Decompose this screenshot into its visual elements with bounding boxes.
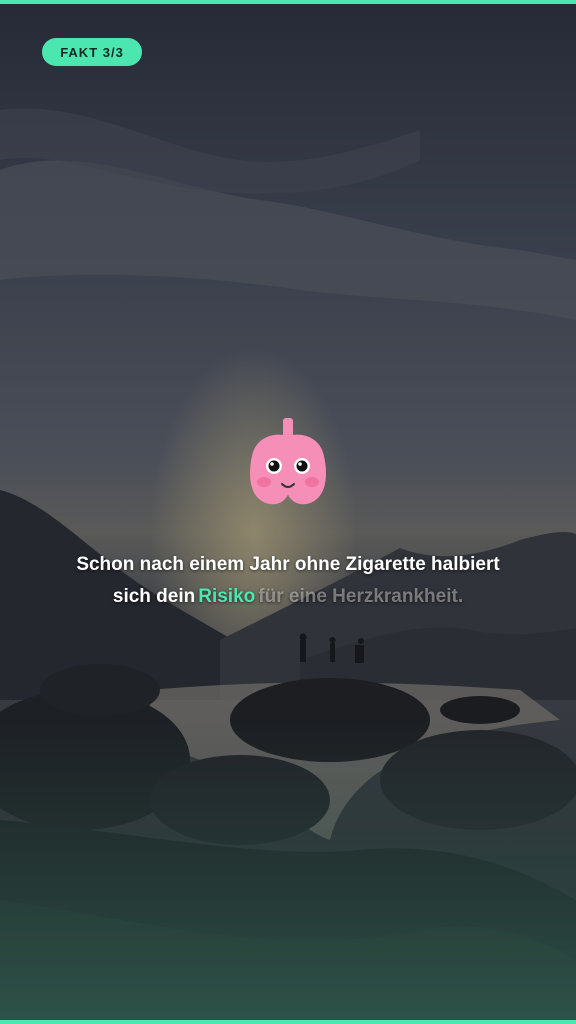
top-accent-bar [0,0,576,4]
fact-text: Schon nach einem Jahr ohne Zigarette hal… [20,549,556,613]
fact-line-2-suffix: für eine Herzkrankheit. [258,586,464,607]
background-photo [0,0,576,1024]
fact-counter-badge: FAKT 3/3 [42,38,142,66]
fact-line-2-prefix: sich dein [112,586,196,607]
fact-counter-label: FAKT 3/3 [60,44,124,60]
fact-line-1: Schon nach einem Jahr ohne Zigarette hal… [76,554,500,575]
lung-mascot-icon [250,418,326,505]
fact-highlight: Risiko [198,586,256,607]
fact-line-2: sich dein Risiko für eine Herzkrankheit. [20,581,556,613]
bottom-accent-bar [0,1020,576,1024]
